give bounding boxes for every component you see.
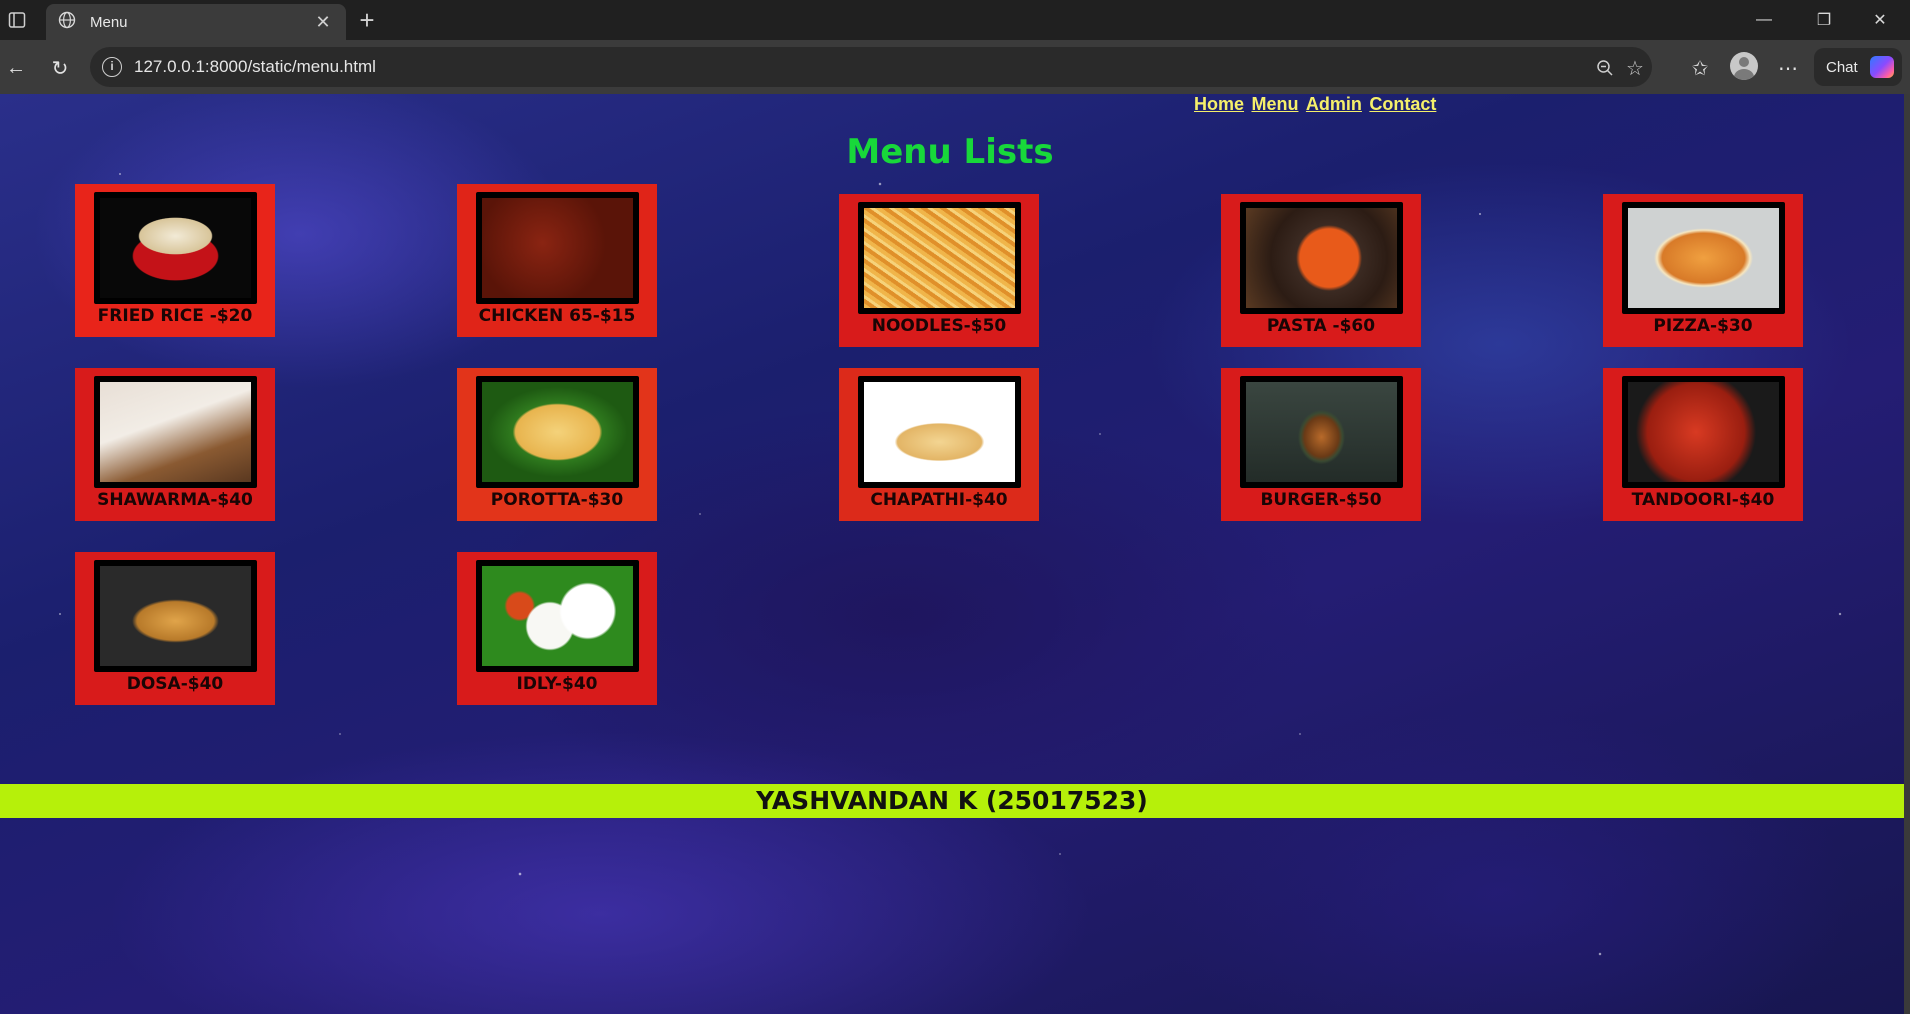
menu-card-label: SHAWARMA-$40 [97, 490, 253, 510]
menu-card-tandoori[interactable]: TANDOORI-$40 [1603, 368, 1803, 521]
noodles-image [857, 202, 1021, 314]
burger-image [1239, 376, 1403, 488]
more-options-icon[interactable]: ⋯ [1774, 54, 1802, 82]
menu-card-idly[interactable]: IDLY-$40 [457, 552, 657, 705]
nav-link-contact[interactable]: Contact [1369, 94, 1436, 114]
minimize-icon[interactable]: — [1736, 0, 1792, 40]
menu-card-pizza[interactable]: PIZZA-$30 [1603, 194, 1803, 347]
nav-link-home[interactable]: Home [1194, 94, 1244, 114]
close-tab-icon[interactable]: ✕ [312, 12, 334, 33]
nav-link-menu[interactable]: Menu [1251, 94, 1298, 114]
menu-card-chapathi[interactable]: CHAPATHI-$40 [839, 368, 1039, 521]
dosa-image [93, 560, 257, 672]
menu-card-label: POROTTA-$30 [490, 490, 624, 510]
profile-avatar[interactable] [1730, 52, 1758, 80]
menu-card-dosa[interactable]: DOSA-$40 [75, 552, 275, 705]
menu-card-label: PASTA -$60 [1266, 316, 1376, 336]
new-tab-button[interactable]: + [352, 6, 382, 36]
menu-card-label: CHAPATHI-$40 [870, 490, 1008, 510]
menu-card-chicken-65[interactable]: CHICKEN 65-$15 [457, 184, 657, 337]
menu-card-label: IDLY-$40 [516, 674, 598, 694]
tab-title: Menu [90, 13, 128, 31]
browser-tab[interactable]: Menu ✕ [46, 4, 346, 40]
chapathi-image [857, 376, 1021, 488]
idly-image [475, 560, 639, 672]
favorite-star-icon[interactable]: ☆ [1622, 55, 1648, 81]
menu-card-label: PIZZA-$30 [1653, 316, 1753, 336]
pizza-image [1621, 202, 1785, 314]
globe-icon [58, 11, 76, 34]
address-bar[interactable]: i 127.0.0.1:8000/static/menu.html ☆ [90, 47, 1652, 87]
fried-rice-image [93, 192, 257, 304]
restore-icon[interactable]: ❐ [1796, 0, 1852, 40]
close-window-icon[interactable]: ✕ [1852, 0, 1908, 40]
footer-bar: YASHVANDAN K (25017523) [0, 784, 1904, 818]
menu-card-shawarma[interactable]: SHAWARMA-$40 [75, 368, 275, 521]
browser-toolbar: ← ↻ i 127.0.0.1:8000/static/menu.html ☆ … [0, 40, 1910, 94]
tandoori-image [1621, 376, 1785, 488]
reload-icon[interactable]: ↻ [46, 54, 74, 82]
nav-link-admin[interactable]: Admin [1306, 94, 1362, 114]
menu-card-noodles[interactable]: NOODLES-$50 [839, 194, 1039, 347]
browser-titlebar: Menu ✕ + — ❐ ✕ [0, 0, 1910, 40]
chicken-65-image [475, 192, 639, 304]
copilot-icon [1870, 56, 1894, 78]
scrollbar[interactable] [1904, 94, 1910, 1014]
menu-card-label: DOSA-$40 [126, 674, 224, 694]
footer-text: YASHVANDAN K (25017523) [756, 786, 1148, 815]
menu-card-label: CHICKEN 65-$15 [478, 306, 636, 326]
zoom-out-icon[interactable] [1592, 55, 1618, 81]
shawarma-image [93, 376, 257, 488]
back-icon[interactable]: ← [2, 54, 30, 82]
pasta-image [1239, 202, 1403, 314]
porotta-image [475, 376, 639, 488]
tab-actions-icon[interactable] [4, 7, 30, 33]
page-title: Menu Lists [846, 132, 1054, 172]
page-viewport: Home Menu Admin Contact Menu Lists FRIED… [0, 94, 1910, 1014]
info-icon[interactable]: i [102, 57, 122, 77]
chat-label: Chat [1826, 58, 1858, 76]
menu-card-label: BURGER-$50 [1260, 490, 1382, 510]
menu-card-label: FRIED RICE -$20 [97, 306, 253, 326]
url-text[interactable]: 127.0.0.1:8000/static/menu.html [134, 57, 376, 77]
menu-card-burger[interactable]: BURGER-$50 [1221, 368, 1421, 521]
favorites-icon[interactable]: ✩ [1686, 54, 1714, 82]
menu-card-label: TANDOORI-$40 [1631, 490, 1775, 510]
menu-card-pasta[interactable]: PASTA -$60 [1221, 194, 1421, 347]
menu-card-fried-rice[interactable]: FRIED RICE -$20 [75, 184, 275, 337]
menu-card-label: NOODLES-$50 [871, 316, 1007, 336]
chat-button[interactable]: Chat [1814, 48, 1902, 86]
menu-card-porotta[interactable]: POROTTA-$30 [457, 368, 657, 521]
top-nav: Home Menu Admin Contact [1194, 94, 1439, 115]
